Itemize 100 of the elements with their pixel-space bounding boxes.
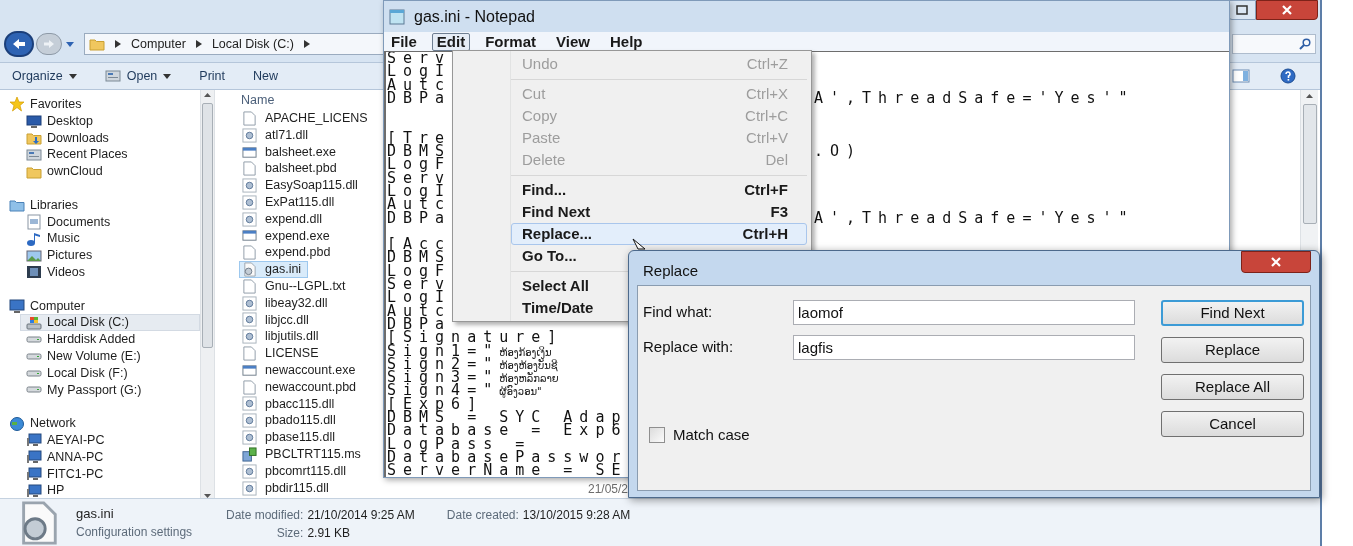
nav-item[interactable]: Recent Places [20, 146, 200, 164]
listing-entry[interactable]: pbacc115.dll [239, 395, 342, 413]
shortcut-text: Ctrl+Z [746, 53, 788, 74]
nav-item[interactable]: Pictures [20, 247, 200, 264]
listing-entry[interactable]: APACHE_LICENS [239, 110, 375, 127]
music-note-icon [26, 230, 42, 247]
listing-entry[interactable]: expend.dll [239, 210, 329, 228]
nav-item[interactable]: Favorites [6, 96, 200, 113]
code-line: Sign2="ຫ້ອງຫ້ອງບັນຊີ [387, 357, 558, 373]
file-icon [242, 110, 257, 126]
listing-entry[interactable]: EasySoap115.dll [239, 177, 365, 194]
menu-item[interactable]: Find... Ctrl+F [511, 179, 807, 201]
nav-item[interactable]: ownCloud [20, 163, 200, 180]
nav-item[interactable]: Desktop [20, 112, 200, 130]
file-name-text: gas.ini [76, 504, 115, 523]
nav-item[interactable]: Downloads [20, 129, 200, 147]
menu-item[interactable]: Find Next F3 [511, 201, 807, 223]
menu-item[interactable]: Format [480, 32, 542, 51]
input-field[interactable]: laomof [793, 300, 1135, 325]
chevron-right-icon [115, 40, 121, 48]
nav-item[interactable]: HP [20, 482, 200, 498]
code-line: DBMS [387, 251, 452, 265]
nav-item[interactable]: Documents [20, 213, 200, 231]
menu-item[interactable]: Help [604, 32, 648, 51]
gear-file-icon [242, 178, 257, 194]
menu-item[interactable]: View [551, 32, 595, 51]
listing-entry[interactable]: pbase115.dll [239, 429, 342, 446]
listing-entry[interactable]: Gnu--LGPL.txt [239, 277, 353, 295]
nav-item[interactable]: FITC1-PC [20, 465, 200, 483]
menu-item[interactable]: File [386, 32, 422, 51]
nav-item[interactable]: AEYAI-PC [20, 431, 200, 449]
listing-entry[interactable]: balsheet.exe [239, 143, 343, 161]
nav-item[interactable]: ANNA-PC [20, 448, 200, 466]
listing-entry[interactable]: LICENSE [239, 345, 326, 362]
file-icon [242, 278, 257, 294]
window-icon [242, 362, 257, 378]
listing-entry[interactable]: ExPat115.dll [239, 194, 342, 211]
code-line: DBPa [387, 211, 452, 225]
search-field[interactable] [1232, 34, 1316, 54]
nav-item[interactable]: Network [6, 415, 200, 432]
nav-item[interactable]: Computer [6, 297, 200, 315]
date-text: 21/10/2014 9:25 AM [307, 507, 415, 524]
gear-file-icon [242, 413, 257, 429]
caret-icon [66, 41, 74, 47]
nav-item[interactable]: My Passport (G:) [20, 381, 200, 399]
dialog-button[interactable]: Replace [1161, 337, 1304, 363]
listing-entry[interactable]: expend.exe [239, 227, 337, 245]
listing-entry[interactable]: pbcomrt115.dll [239, 462, 354, 480]
breadcrumb-link[interactable]: Local Disk (C:) [211, 34, 294, 54]
close-button[interactable] [1241, 251, 1311, 273]
dialog-button[interactable]: Cancel [1161, 411, 1304, 437]
listing-entry[interactable]: newaccount.exe [239, 361, 363, 379]
code-line: LogF [387, 264, 452, 279]
listing-entry[interactable]: balsheet.pbd [239, 160, 344, 178]
checkbox[interactable] [649, 427, 665, 444]
toolbar-button[interactable]: Print [199, 66, 226, 86]
listing-entry[interactable]: pbado115.dll [239, 412, 343, 430]
listing-entry[interactable]: expend.pbd [239, 244, 338, 262]
listing-entry[interactable]: pbdir115.dll [239, 480, 336, 497]
listing-entry[interactable]: libeay32.dll [239, 294, 335, 312]
toolbar-button[interactable]: Open [104, 66, 172, 86]
input-field[interactable]: lagfis [793, 335, 1135, 360]
date-text: 21/05/2 [588, 480, 630, 498]
nav-item[interactable]: Harddisk Added [20, 331, 200, 348]
listing-entry[interactable]: libjcc.dll [239, 311, 316, 329]
close-button[interactable] [1256, 0, 1318, 20]
breadcrumb-link[interactable]: Computer [131, 34, 186, 54]
scroll-up-icon [1306, 94, 1313, 98]
nav-item[interactable]: New Volume (E:) [20, 347, 200, 365]
nav-item[interactable]: Local Disk (C:) [20, 314, 200, 332]
dialog-button[interactable]: Replace All [1161, 374, 1304, 400]
listing-entry[interactable]: libjutils.dll [239, 328, 326, 346]
picture-icon [26, 247, 42, 264]
dialog-button[interactable]: Find Next [1161, 300, 1304, 326]
code-line: LogI [387, 184, 452, 199]
menu-item[interactable]: Edit [431, 32, 471, 51]
nav-item[interactable]: Music [20, 230, 200, 248]
code-line: Autc [387, 198, 452, 212]
listing-entry[interactable]: gas.ini [239, 261, 309, 278]
code-line: Sign3="ຫ້ອງຫລັກລາຍ [387, 371, 559, 386]
listing-entry[interactable]: atl71.dll [239, 126, 316, 144]
caret-icon [163, 73, 172, 79]
listing-entry[interactable]: newaccount.pbd [239, 378, 364, 396]
toolbar-button[interactable]: Organize [12, 66, 77, 86]
nav-item[interactable]: Libraries [6, 196, 200, 214]
restore-button[interactable] [1228, 0, 1256, 20]
scrollbar[interactable] [200, 90, 215, 498]
nav-item[interactable]: Local Disk (F:) [20, 364, 200, 382]
restore-icon [1236, 5, 1248, 15]
drive-icon [26, 336, 42, 344]
file-icon [242, 346, 257, 362]
scroll-up-icon [204, 93, 211, 97]
nav-item[interactable]: Videos [20, 263, 200, 281]
toolbar-button[interactable]: New [253, 66, 279, 86]
back-button[interactable] [4, 31, 34, 57]
computer-icon [26, 465, 42, 482]
film-icon [26, 264, 42, 281]
listing-entry[interactable]: PBCLTRT115.ms [239, 445, 368, 463]
preview-pane-icon [1232, 69, 1250, 83]
menu-item[interactable]: Replace... Ctrl+H [511, 223, 807, 245]
